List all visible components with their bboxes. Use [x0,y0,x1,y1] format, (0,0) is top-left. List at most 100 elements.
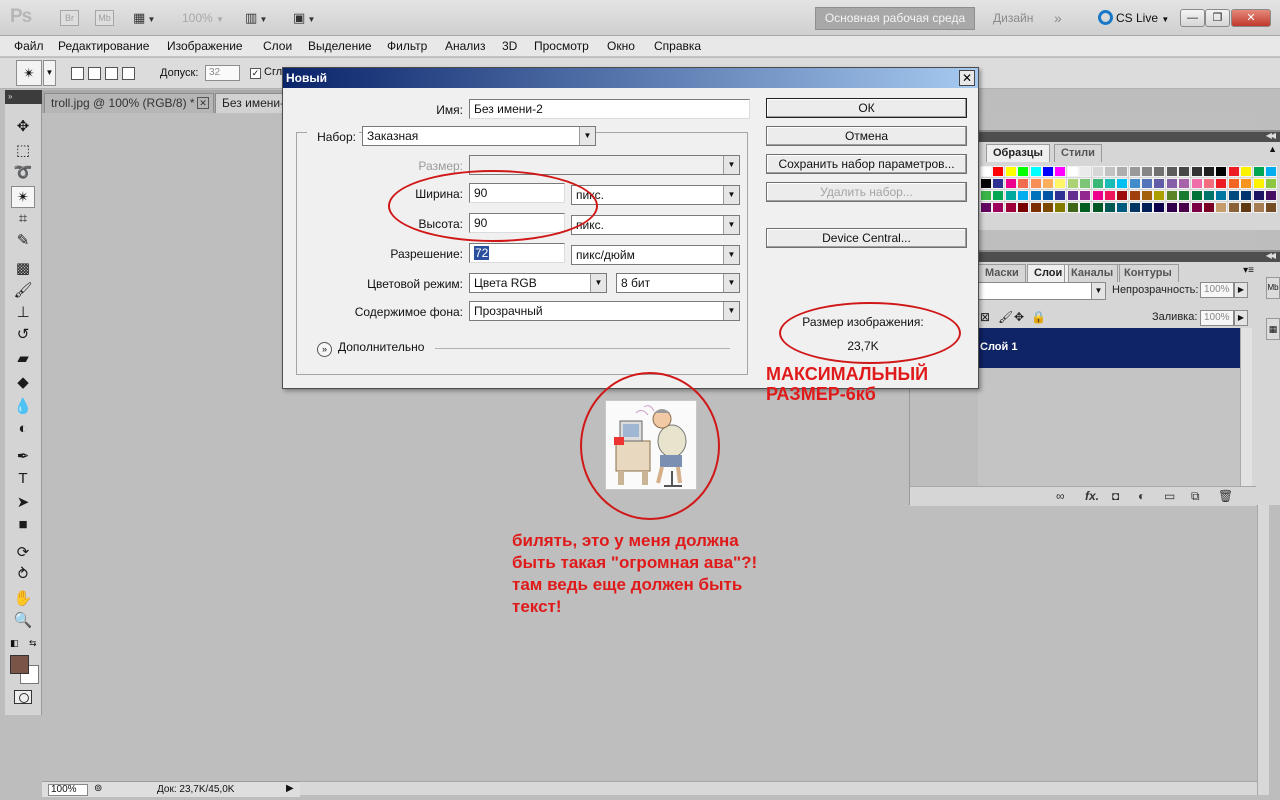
swatch-cell[interactable] [1227,166,1240,177]
preset-select[interactable]: Заказная ▼ [362,126,596,146]
swatch-cell[interactable] [1041,190,1054,201]
swatch-cell[interactable] [1227,202,1240,213]
swatch-cell[interactable] [1029,190,1042,201]
panel-menu-icon[interactable]: ▲ [1268,144,1277,154]
swatch-cell[interactable] [1178,202,1191,213]
menu-filter[interactable]: Фильтр [387,39,427,53]
tab-paths[interactable]: Контуры [1117,264,1179,282]
zoom-level-dropdown[interactable]: 100% ▼ [182,10,224,28]
crop-tool-icon[interactable]: ⌗ [11,208,35,230]
swatch-cell[interactable] [1240,166,1253,177]
paint-bucket-tool-icon[interactable]: ◆ [11,372,35,394]
swatch-cell[interactable] [1066,166,1079,177]
move-tool-icon[interactable]: ✥ [11,116,35,138]
swatch-cell[interactable] [1215,190,1228,201]
hand-tool-icon[interactable]: ✋ [11,588,35,610]
advanced-label[interactable]: Дополнительно [338,340,424,354]
type-tool-icon[interactable]: T [11,468,35,490]
window-close-button[interactable]: ✕ [1231,9,1271,27]
tab-layers[interactable]: Слои [1027,264,1070,282]
lock-position-icon[interactable]: ✥ [1014,310,1024,324]
swatch-cell[interactable] [1190,190,1203,201]
layer-row-selected[interactable]: Слой 1 [978,328,1240,368]
lock-pixels-icon[interactable]: 🖌 [998,310,1013,324]
menu-edit[interactable]: Редактирование [58,39,149,53]
clone-stamp-tool-icon[interactable]: ⊥ [11,302,35,324]
swatch-cell[interactable] [1128,190,1141,201]
color-mode-select[interactable]: Цвета RGB ▼ [469,273,607,293]
panel-menu-icon[interactable]: ▾≡ [1243,265,1254,276]
cs-live-menu[interactable]: CS Live ▼ [1098,9,1169,29]
lasso-tool-icon[interactable]: ➰ [11,162,35,184]
workspace-more-icon[interactable]: » [1054,7,1062,30]
swatch-cell[interactable] [980,178,992,189]
ok-button[interactable]: ОК [766,98,967,118]
workspace-design-button[interactable]: Дизайн [993,7,1033,30]
blur-tool-icon[interactable]: 💧 [11,396,35,418]
swatch-cell[interactable] [1079,202,1092,213]
subtract-selection-icon[interactable] [105,67,118,80]
tool-preset-dropdown[interactable]: ▼ [43,60,56,86]
swatch-cell[interactable] [1178,178,1191,189]
swatch-cell[interactable] [1054,178,1067,189]
swatch-cell[interactable] [1215,202,1228,213]
menu-view[interactable]: Просмотр [534,39,589,53]
swatch-cell[interactable] [1004,178,1017,189]
swatch-cell[interactable] [1017,178,1030,189]
swatch-cell[interactable] [1165,202,1178,213]
swatch-cell[interactable] [1141,178,1154,189]
tolerance-input[interactable]: 32 [205,65,240,81]
swatch-cell[interactable] [1190,202,1203,213]
swatch-cell[interactable] [1240,190,1253,201]
history-brush-tool-icon[interactable]: ↺ [11,324,35,346]
swatch-cell[interactable] [1240,178,1253,189]
menu-layer[interactable]: Слои [263,39,292,53]
swatch-cell[interactable] [1029,202,1042,213]
swatch-cell[interactable] [1203,178,1216,189]
toolbox-collapse-icon[interactable]: » [5,90,42,104]
swatch-cell[interactable] [1066,202,1079,213]
height-unit-select[interactable]: пикс. ▼ [571,215,740,235]
horizontal-scrollbar[interactable] [300,781,1257,795]
swatch-cell[interactable] [1252,166,1265,177]
side-panel-icon[interactable]: ▦ [1266,318,1280,340]
name-input[interactable]: Без имени-2 [469,99,750,119]
swatch-cell[interactable] [1128,166,1141,177]
close-icon[interactable]: ✕ [197,97,209,109]
eyedropper-tool-icon[interactable]: ✎ [11,230,35,252]
swatch-cell[interactable] [1116,202,1129,213]
swatch-cell[interactable] [1252,190,1265,201]
magic-wand-preset-icon[interactable]: ✴ [16,60,42,86]
swatch-cell[interactable] [1165,190,1178,201]
swatch-cell[interactable] [1029,178,1042,189]
menu-3d[interactable]: 3D [502,39,517,53]
swatch-cell[interactable] [1066,190,1079,201]
window-minimize-button[interactable]: — [1180,9,1205,27]
panel-collapse-icon[interactable]: ◀◀ [1266,251,1276,261]
foreground-color-swatch[interactable] [10,655,29,674]
swatch-cell[interactable] [992,202,1005,213]
3d-rotate-tool-icon[interactable]: ⟳ [11,542,35,564]
menu-help[interactable]: Справка [654,39,701,53]
fill-input[interactable]: 100% [1200,310,1234,326]
pen-tool-icon[interactable]: ✒ [11,446,35,468]
opacity-slider-arrow-icon[interactable]: ▶ [1234,282,1248,298]
swatch-cell[interactable] [1091,202,1104,213]
swatch-cell[interactable] [1203,202,1216,213]
swatch-cell[interactable] [1103,190,1116,201]
swatch-cell[interactable] [1128,202,1141,213]
adjustment-layer-icon[interactable]: ◐ [1138,489,1145,503]
swatch-cell[interactable] [1240,202,1253,213]
swatch-cell[interactable] [1116,190,1129,201]
delete-preset-button[interactable]: Удалить набор... [766,182,967,202]
swatch-cell[interactable] [992,178,1005,189]
swatch-cell[interactable] [980,190,992,201]
add-mask-icon[interactable]: ◘ [1112,489,1119,503]
arrange-documents-icon[interactable]: ▥ ▼ [245,10,267,26]
swatch-cell[interactable] [1004,202,1017,213]
link-layers-icon[interactable]: ∞ [1056,489,1065,503]
intersect-selection-icon[interactable] [122,67,135,80]
swatch-cell[interactable] [1141,166,1154,177]
tab-styles[interactable]: Стили [1054,144,1102,162]
swatch-cell[interactable] [992,166,1005,177]
